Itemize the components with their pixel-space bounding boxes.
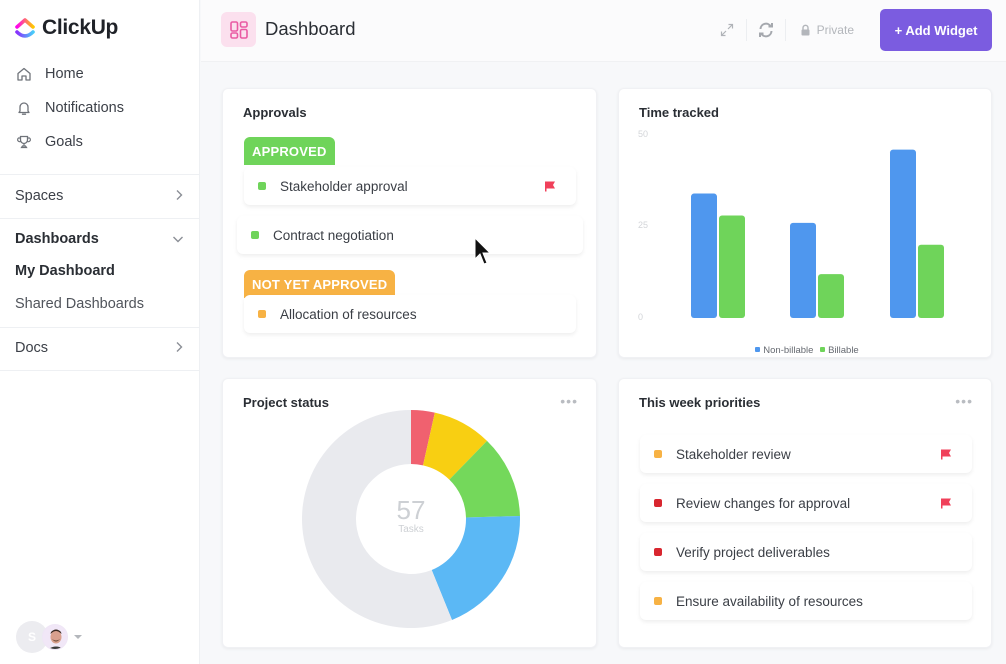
mouse-cursor-icon: [474, 237, 492, 265]
approval-item[interactable]: Contract negotiation: [237, 216, 583, 254]
sidebar-item-notifications[interactable]: Notifications: [0, 91, 200, 125]
status-square: [654, 450, 662, 458]
clickup-logo-icon: [15, 18, 35, 38]
legend-label: Non-billable: [763, 345, 814, 356]
priority-item[interactable]: Ensure availability of resources: [640, 582, 972, 620]
status-square: [251, 231, 259, 239]
sidebar-item-my-dashboard[interactable]: My Dashboard: [0, 255, 200, 288]
card-title: This week priorities: [639, 395, 761, 410]
spaces-section: Spaces: [0, 174, 200, 212]
docs-section: Docs: [0, 327, 200, 364]
bar-non-billable-1: [691, 193, 717, 318]
toolbar-divider: [745, 19, 747, 41]
chart-legend: Non-billable Billable: [619, 345, 991, 356]
user-menu[interactable]: S: [16, 621, 82, 653]
clickup-logo[interactable]: ClickUp: [14, 16, 118, 40]
page-title: Dashboard: [265, 18, 356, 39]
chevron-right-icon: [174, 188, 184, 204]
approval-item[interactable]: Stakeholder approval: [244, 167, 576, 205]
expand-icon[interactable]: [712, 9, 742, 51]
donut-center: 57 Tasks: [361, 496, 461, 535]
bar-billable-2: [818, 274, 844, 318]
sidebar-nav: Home Notifications Goals: [0, 57, 200, 159]
sidebar-item-goals[interactable]: Goals: [0, 125, 200, 159]
sidebar-item-home[interactable]: Home: [0, 57, 200, 91]
task-label: Contract negotiation: [273, 227, 394, 243]
status-square: [258, 182, 266, 190]
task-label: Stakeholder review: [676, 446, 791, 462]
avatar-photo: [42, 624, 68, 650]
header-toolbar: Private + Add Widget: [712, 9, 992, 51]
project-status-card: Project status ••• 57 Tasks: [222, 378, 597, 648]
status-square: [654, 548, 662, 556]
task-label: Allocation of resources: [280, 306, 417, 322]
task-label: Verify project deliverables: [676, 544, 830, 560]
chevron-down-icon: [172, 231, 184, 247]
dashboards-label: Dashboards: [15, 231, 99, 247]
add-widget-button[interactable]: + Add Widget: [880, 9, 992, 51]
status-square: [258, 310, 266, 318]
flag-icon: [544, 180, 556, 195]
header: Dashboard Private + Add Widget: [201, 0, 1006, 62]
approvals-card: Approvals APPROVED Stakeholder approval …: [222, 88, 597, 358]
task-label: Review changes for approval: [676, 495, 851, 511]
chevron-right-icon: [174, 340, 184, 356]
card-title: Approvals: [243, 105, 307, 120]
task-label: Stakeholder approval: [280, 178, 408, 194]
sidebar: ClickUp Home Notifications Goals Spaces: [0, 0, 200, 664]
status-square: [654, 597, 662, 605]
legend-swatch-billable: [820, 347, 826, 352]
spaces-label: Spaces: [15, 188, 64, 204]
dashboard-icon: [221, 12, 256, 47]
flag-icon: [940, 448, 952, 463]
sidebar-item-label: Notifications: [45, 100, 124, 116]
task-count-label: Tasks: [398, 524, 424, 535]
priority-item[interactable]: Stakeholder review: [640, 435, 972, 473]
status-square: [654, 499, 662, 507]
more-options-icon[interactable]: •••: [955, 393, 973, 409]
caret-down-icon: [74, 635, 82, 639]
flag-icon: [940, 497, 952, 512]
status-badge-not-yet-approved: NOT YET APPROVED: [244, 270, 396, 298]
toolbar-divider: [784, 19, 786, 41]
sidebar-item-dashboards[interactable]: Dashboards: [0, 223, 200, 255]
bar-non-billable-2: [790, 222, 816, 318]
priorities-card: This week priorities ••• Stakeholder rev…: [618, 378, 992, 648]
home-icon: [15, 65, 33, 83]
task-count: 57: [396, 495, 426, 525]
legend-swatch-non-billable: [755, 347, 761, 352]
sidebar-item-label: Goals: [45, 134, 83, 150]
time-tracked-card: Time tracked 50 25 0 Non-billable Billab…: [618, 88, 992, 358]
app-name: ClickUp: [42, 16, 119, 39]
bar-billable-1: [719, 215, 745, 318]
time-tracked-chart: [691, 149, 944, 318]
sidebar-item-docs[interactable]: Docs: [0, 332, 200, 364]
priority-item[interactable]: Review changes for approval: [640, 484, 972, 522]
private-label: Private: [816, 23, 854, 37]
task-label: Ensure availability of resources: [676, 593, 863, 609]
sidebar-divider: [0, 370, 200, 371]
privacy-toggle[interactable]: Private: [800, 23, 854, 37]
status-badge-approved: APPROVED: [244, 137, 335, 165]
lock-icon: [801, 24, 810, 36]
docs-label: Docs: [15, 340, 49, 356]
dashboards-section: Dashboards My Dashboard Shared Dashboard…: [0, 218, 200, 321]
bar-billable-3: [918, 244, 944, 318]
legend-label: Billable: [828, 345, 859, 356]
bar-non-billable-3: [890, 149, 916, 318]
approval-item[interactable]: Allocation of resources: [244, 295, 576, 333]
trophy-icon: [15, 133, 33, 151]
priority-item[interactable]: Verify project deliverables: [640, 533, 972, 571]
sidebar-item-shared-dashboards[interactable]: Shared Dashboards: [0, 288, 200, 321]
bell-icon: [15, 99, 33, 117]
refresh-icon[interactable]: [751, 9, 781, 51]
sidebar-item-label: Home: [45, 66, 84, 82]
sidebar-item-spaces[interactable]: Spaces: [0, 180, 200, 212]
